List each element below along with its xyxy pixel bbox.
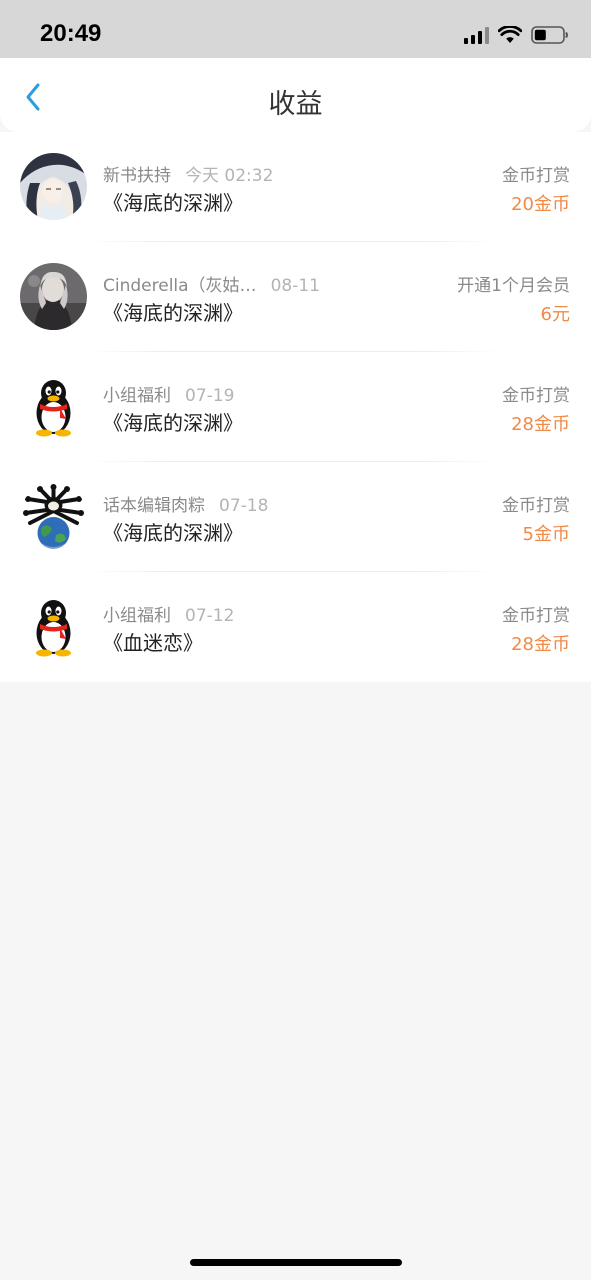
qq-penguin-icon: [20, 593, 87, 660]
avatar[interactable]: [20, 373, 87, 440]
photo-portrait-icon: [20, 263, 87, 330]
status-time: 20:49: [40, 20, 102, 47]
sender-name: 小组福利: [103, 606, 171, 626]
list-item[interactable]: Cinderella（灰姑… 08-11 《海底的深渊》 开通1个月会员 6元: [0, 242, 591, 352]
sender-name: 小组福利: [103, 386, 171, 406]
avatar[interactable]: [20, 153, 87, 220]
earning-type: 金币打赏: [502, 496, 570, 516]
cellular-signal-icon: [464, 26, 489, 44]
status-bar: 20:49: [0, 0, 591, 58]
list-item[interactable]: 新书扶持 今天 02:32 《海底的深渊》 金币打赏 20金币: [0, 132, 591, 242]
earning-amount: 6元: [540, 304, 570, 325]
book-title: 《海底的深渊》: [103, 301, 243, 325]
page-title: 收益: [268, 89, 323, 120]
book-title: 《海底的深渊》: [103, 411, 243, 435]
battery-icon: [531, 26, 568, 44]
earning-type: 金币打赏: [502, 166, 570, 186]
book-title: 《海底的深渊》: [103, 191, 243, 215]
home-indicator[interactable]: [190, 1259, 402, 1266]
earning-type: 金币打赏: [502, 386, 570, 406]
item-meta: Cinderella（灰姑… 08-11: [103, 271, 320, 296]
sender-name: 话本编辑肉粽: [103, 496, 205, 516]
navigation-header: 收益: [0, 58, 591, 132]
item-meta: 话本编辑肉粽 07-18: [103, 491, 268, 516]
item-meta: 小组福利 07-12: [103, 601, 234, 626]
item-meta: 小组福利 07-19: [103, 381, 234, 406]
earning-amount: 5金币: [522, 524, 570, 545]
avatar[interactable]: [20, 483, 87, 550]
book-title: 《血迷恋》: [103, 631, 203, 655]
status-icons: [464, 24, 569, 46]
earnings-list: 新书扶持 今天 02:32 《海底的深渊》 金币打赏 20金币 Cinderell…: [0, 132, 591, 682]
item-date: 07-19: [185, 386, 235, 406]
item-date: 07-18: [219, 496, 269, 516]
item-meta: 新书扶持 今天 02:32: [103, 161, 273, 186]
item-date: 08-11: [270, 276, 320, 296]
book-title: 《海底的深渊》: [103, 521, 243, 545]
sender-name: Cinderella（灰姑…: [103, 276, 257, 296]
qq-penguin-icon: [20, 373, 87, 440]
earning-type: 金币打赏: [502, 606, 570, 626]
list-item[interactable]: 小组福利 07-19 《海底的深渊》 金币打赏 28金币: [0, 352, 591, 462]
earning-amount: 28金币: [511, 634, 570, 655]
list-item[interactable]: 话本编辑肉粽 07-18 《海底的深渊》 金币打赏 5金币: [0, 462, 591, 572]
avatar[interactable]: [20, 263, 87, 330]
sender-name: 新书扶持: [103, 166, 171, 186]
wifi-icon: [498, 26, 522, 43]
item-date: 07-12: [185, 606, 235, 626]
list-item[interactable]: 小组福利 07-12 《血迷恋》 金币打赏 28金币: [0, 572, 591, 682]
item-date: 今天 02:32: [185, 166, 274, 186]
earth-bones-icon: [20, 483, 87, 550]
earning-type: 开通1个月会员: [457, 276, 570, 296]
anime-portrait-icon: [20, 153, 87, 220]
earning-amount: 28金币: [511, 414, 570, 435]
avatar[interactable]: [20, 593, 87, 660]
earning-amount: 20金币: [511, 194, 570, 215]
